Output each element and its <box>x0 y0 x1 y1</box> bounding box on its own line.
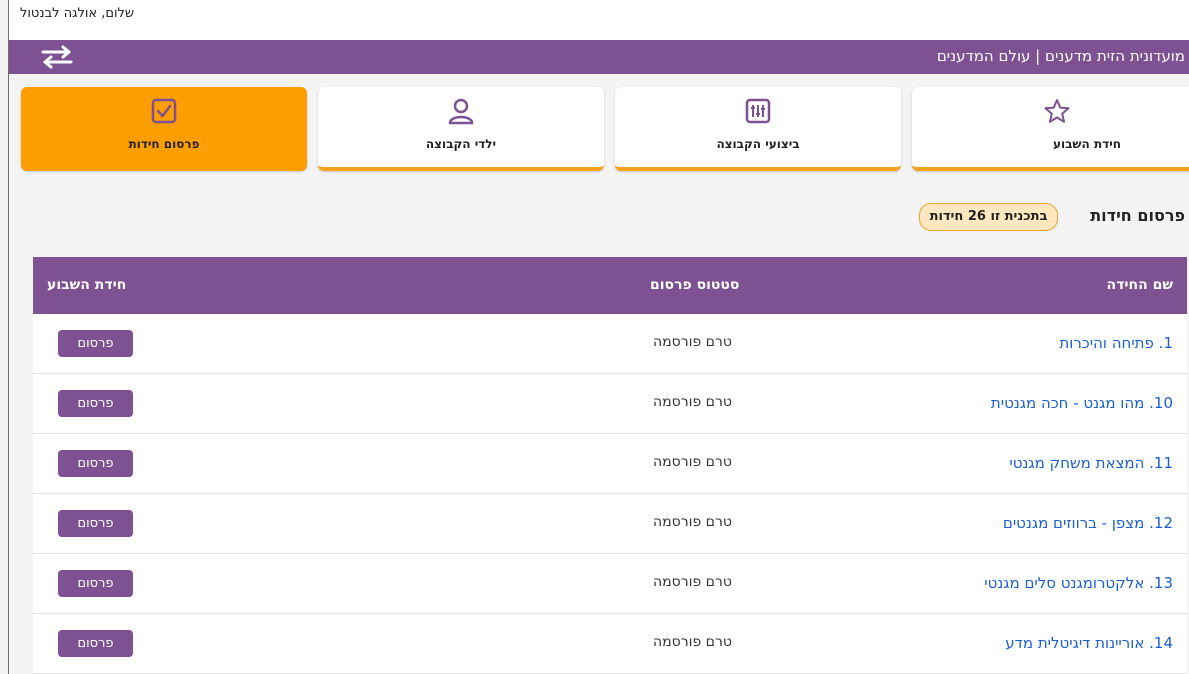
column-header-name: שם החידה <box>1106 277 1173 293</box>
table-row: 10. מהו מגנט - חכה מגנטית טרם פורסמה פרס… <box>33 374 1187 434</box>
riddle-name-link[interactable]: 14. אוריינות דיגיטלית מדע <box>1005 634 1173 652</box>
publish-status: טרם פורסמה <box>653 334 732 350</box>
table-row: 14. אוריינות דיגיטלית מדע טרם פורסמה פרס… <box>33 614 1187 674</box>
publish-button[interactable]: פרסום <box>58 390 133 417</box>
table-row: 12. מצפן - ברווזים מגנטים טרם פורסמה פרס… <box>33 494 1187 554</box>
publish-status: טרם פורסמה <box>653 394 732 410</box>
nav-card-label: ביצועי הקבוצה <box>716 137 800 151</box>
riddles-table: שם החידה סטטוס פרסום חידת השבוע 1. פתיחה… <box>33 257 1187 674</box>
header-bar: מועדונית הזית מדענים | עולם המדענים <box>9 40 1189 74</box>
publish-button[interactable]: פרסום <box>58 630 133 657</box>
publish-button[interactable]: פרסום <box>58 330 133 357</box>
publish-status: טרם פורסמה <box>653 574 732 590</box>
riddle-name-link[interactable]: 1. פתיחה והיכרות <box>1059 334 1173 352</box>
publish-button[interactable]: פרסום <box>58 570 133 597</box>
nav-card-publish-riddles[interactable]: פרסום חידות <box>21 87 307 171</box>
column-header-status: סטטוס פרסום <box>650 277 740 293</box>
sliders-icon <box>745 98 771 124</box>
top-bar: שלום, אולגה לבנטול <box>9 0 1189 40</box>
left-border <box>8 0 9 674</box>
publish-button[interactable]: פרסום <box>58 510 133 537</box>
swap-arrows-icon[interactable] <box>39 45 75 69</box>
riddle-name-link[interactable]: 10. מהו מגנט - חכה מגנטית <box>991 394 1173 412</box>
riddle-name-link[interactable]: 11. המצאת משחק מגנטי <box>1009 454 1173 472</box>
publish-status: טרם פורסמה <box>653 454 732 470</box>
checkbox-icon <box>151 98 177 124</box>
star-icon <box>1044 99 1070 123</box>
publish-status: טרם פורסמה <box>653 634 732 650</box>
publish-status: טרם פורסמה <box>653 514 732 530</box>
site-title: מועדונית הזית מדענים | עולם המדענים <box>936 47 1185 65</box>
nav-card-label: חידת השבוע <box>1053 137 1121 151</box>
column-header-week: חידת השבוע <box>47 277 127 293</box>
table-row: 1. פתיחה והיכרות טרם פורסמה פרסום <box>33 314 1187 374</box>
nav-card-label: ילדי הקבוצה <box>425 137 497 151</box>
riddle-name-link[interactable]: 12. מצפן - ברווזים מגנטים <box>1003 514 1173 532</box>
nav-card-label: פרסום חידות <box>128 137 200 151</box>
table-row: 13. אלקטרומגנט סלים מגנטי טרם פורסמה פרס… <box>33 554 1187 614</box>
table-header: שם החידה סטטוס פרסום חידת השבוע <box>33 257 1187 314</box>
user-icon <box>448 98 474 125</box>
publish-button[interactable]: פרסום <box>58 450 133 477</box>
section-title: פרסום חידות <box>1090 206 1185 225</box>
table-row: 11. המצאת משחק מגנטי טרם פורסמה פרסום <box>33 434 1187 494</box>
nav-card-group-performance[interactable]: ביצועי הקבוצה <box>615 87 901 171</box>
nav-card-riddle-of-week[interactable]: חידת השבוע <box>912 87 1189 171</box>
riddle-count-badge: בתכנית זו 26 חידות <box>919 203 1058 231</box>
user-greeting: שלום, אולגה לבנטול <box>20 6 135 21</box>
nav-card-group-kids[interactable]: ילדי הקבוצה <box>318 87 604 171</box>
riddle-name-link[interactable]: 13. אלקטרומגנט סלים מגנטי <box>984 574 1173 592</box>
